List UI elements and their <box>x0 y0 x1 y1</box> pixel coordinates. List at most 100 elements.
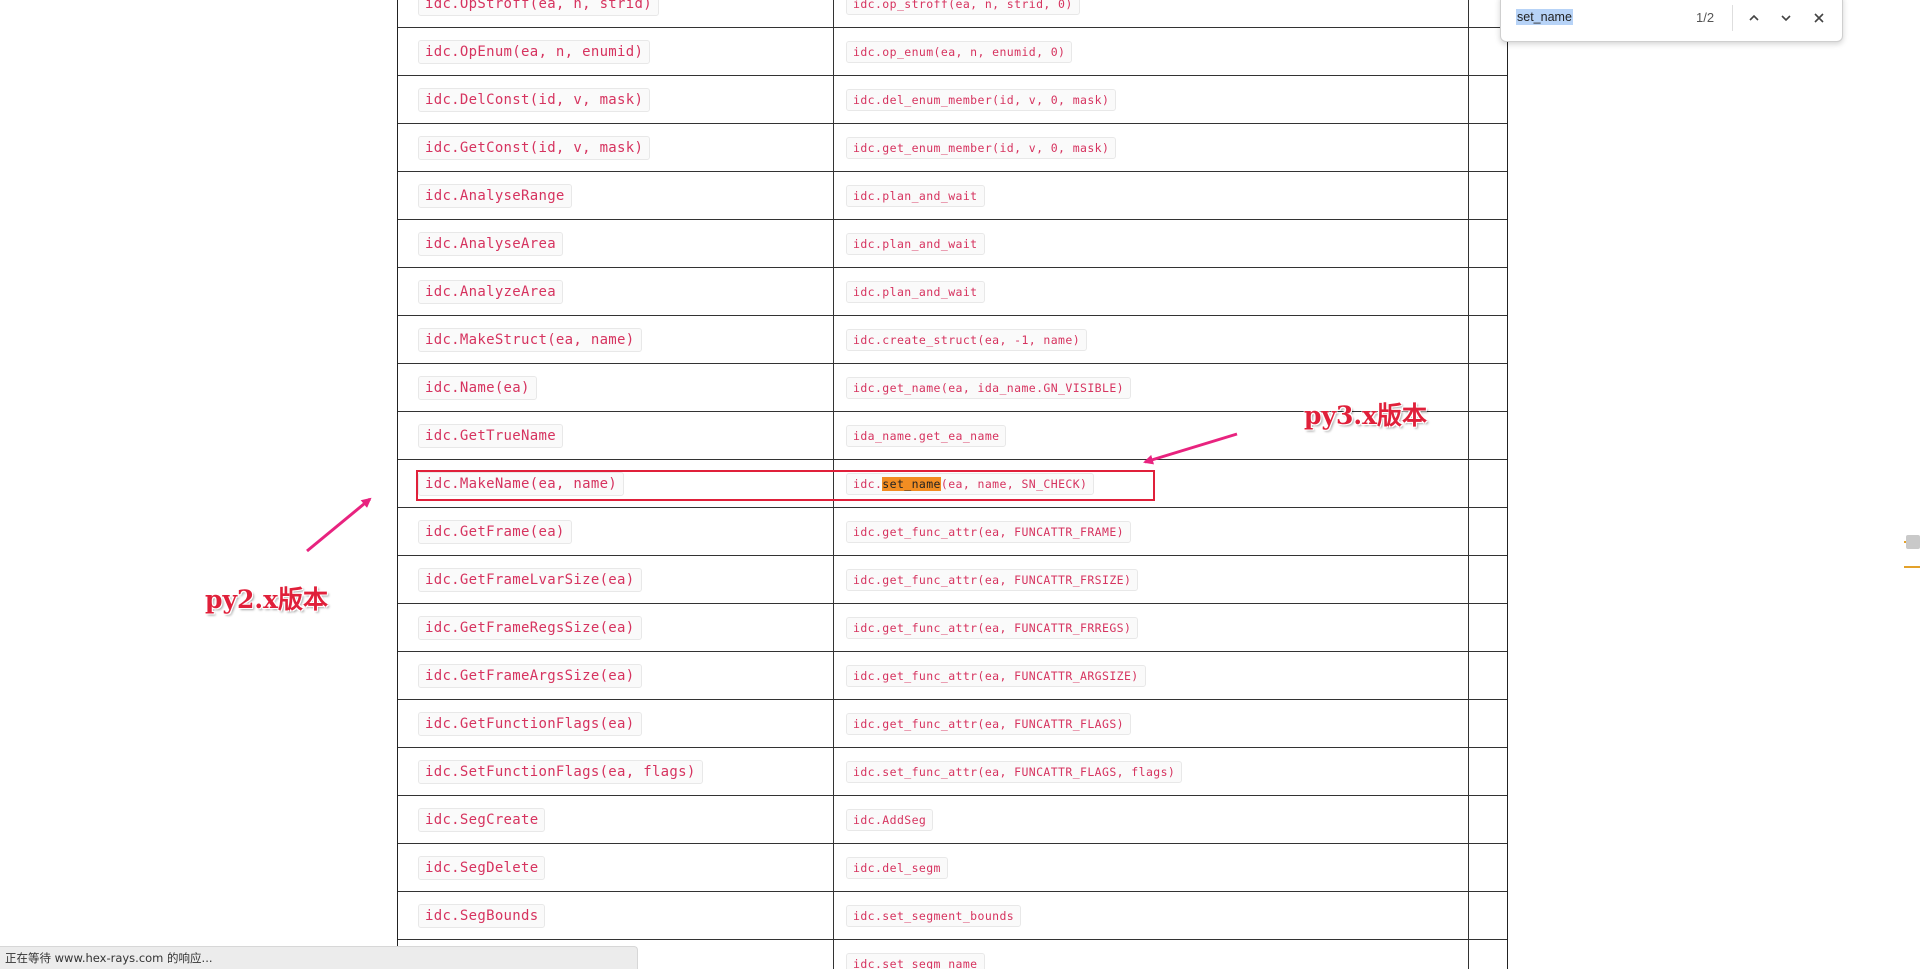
new-api-code: idc.del_enum_member(id, v, 0, mask) <box>846 88 1117 111</box>
table-row: idc.DelConst(id, v, mask) idc.del_enum_me… <box>398 76 1507 124</box>
new-api-code-text: idc.create_struct(ea, -1, name) <box>853 332 1081 347</box>
new-api-code: idc.get_func_attr(ea, FUNCATTR_FRREGS) <box>846 616 1139 639</box>
table-row: idc.AnalyseArea idc.plan_and_wait <box>398 220 1507 268</box>
new-api-code: idc.del_segm <box>846 856 948 879</box>
old-api-code: idc.SetFunctionFlags(ea, flags) <box>418 759 703 784</box>
new-api-code: idc.get_func_attr(ea, FUNCATTR_FRAME) <box>846 520 1131 543</box>
new-api-code-text: idc.get_func_attr(ea, FUNCATTR_FRSIZE) <box>853 572 1132 587</box>
old-api-cell: idc.GetFrameArgsSize(ea) <box>398 652 834 699</box>
old-api-cell: idc.GetConst(id, v, mask) <box>398 124 834 171</box>
table-row: idc.SegDelete idc.del_segm <box>398 844 1507 892</box>
table-row: idc.GetFrameRegsSize(ea) idc.get_func_att… <box>398 604 1507 652</box>
new-api-code: idc.plan_and_wait <box>846 184 985 207</box>
find-close-button[interactable] <box>1806 5 1832 31</box>
extra-cell <box>1469 796 1507 843</box>
find-input[interactable]: set_name <box>1516 9 1573 25</box>
extra-cell <box>1469 316 1507 363</box>
new-api-code: idc.op_enum(ea, n, enumid, 0) <box>846 40 1073 63</box>
new-api-code: idc.set_segment_bounds <box>846 904 1022 927</box>
old-api-cell: idc.SetFunctionFlags(ea, flags) <box>398 748 834 795</box>
find-in-page-bar: set_name 1/2 <box>1500 0 1843 42</box>
new-api-cell: idc.plan_and_wait <box>834 220 1469 267</box>
new-api-cell: idc.plan_and_wait <box>834 268 1469 315</box>
old-api-code: idc.GetFrameRegsSize(ea) <box>418 615 642 640</box>
new-api-code-text: idc.set_segm_name <box>853 956 978 969</box>
old-api-code: idc.SegBounds <box>418 903 546 928</box>
extra-cell <box>1469 652 1507 699</box>
table-row: idc.SetFunctionFlags(ea, flags) idc.set_f… <box>398 748 1507 796</box>
old-api-cell: idc.OpEnum(ea, n, enumid) <box>398 28 834 75</box>
new-api-cell: idc.get_func_attr(ea, FUNCATTR_ARGSIZE) <box>834 652 1469 699</box>
new-api-code-text: idc.AddSeg <box>853 812 927 827</box>
extra-cell <box>1469 76 1507 123</box>
new-api-cell: idc.set_segment_bounds <box>834 892 1469 939</box>
chevron-down-icon <box>1781 15 1791 22</box>
close-icon <box>1814 13 1824 23</box>
table-row: idc.AnalyzeArea idc.plan_and_wait <box>398 268 1507 316</box>
old-api-code: idc.AnalyzeArea <box>418 279 563 304</box>
extra-cell <box>1469 412 1507 459</box>
browser-page: idc.OpStroff(ea, n, strid) idc.op_stroff(… <box>0 0 1920 969</box>
new-api-code: idc.create_struct(ea, -1, name) <box>846 328 1088 351</box>
extra-cell <box>1469 844 1507 891</box>
new-api-cell: idc.get_func_attr(ea, FUNCATTR_FRSIZE) <box>834 556 1469 603</box>
new-api-cell: idc.AddSeg <box>834 796 1469 843</box>
new-api-cell: idc.get_func_attr(ea, FUNCATTR_FRREGS) <box>834 604 1469 651</box>
old-api-code: idc.AnalyseArea <box>418 231 563 256</box>
old-api-cell: idc.MakeStruct(ea, name) <box>398 316 834 363</box>
new-api-code-text: idc.plan_and_wait <box>853 284 978 299</box>
find-previous-button[interactable] <box>1741 5 1767 31</box>
old-api-code: idc.OpEnum(ea, n, enumid) <box>418 39 651 64</box>
new-api-code: idc.AddSeg <box>846 808 934 831</box>
extra-cell <box>1469 700 1507 747</box>
find-separator <box>1732 5 1733 31</box>
new-api-code: idc.get_name(ea, ida_name.GN_VISIBLE) <box>846 376 1131 399</box>
new-api-cell: idc.create_struct(ea, -1, name) <box>834 316 1469 363</box>
table-row: idc.GetFrameLvarSize(ea) idc.get_func_att… <box>398 556 1507 604</box>
extra-cell <box>1469 364 1507 411</box>
table-row: idc.GetConst(id, v, mask) idc.get_enum_me… <box>398 124 1507 172</box>
annotation-highlight-box <box>416 470 1155 501</box>
scrollbar-thumb[interactable] <box>1906 535 1920 549</box>
old-api-cell: idc.GetTrueName <box>398 412 834 459</box>
new-api-code: idc.get_func_attr(ea, FUNCATTR_FRSIZE) <box>846 568 1139 591</box>
old-api-code: idc.GetConst(id, v, mask) <box>418 135 651 160</box>
old-api-cell: idc.AnalyzeArea <box>398 268 834 315</box>
new-api-code-text: idc.del_enum_member(id, v, 0, mask) <box>853 92 1110 107</box>
old-api-code: idc.GetFrame(ea) <box>418 519 572 544</box>
new-api-code: idc.get_func_attr(ea, FUNCATTR_FLAGS) <box>846 712 1131 735</box>
find-next-button[interactable] <box>1773 5 1799 31</box>
new-api-code: idc.plan_and_wait <box>846 280 985 303</box>
table-row: idc.SegCreate idc.AddSeg <box>398 796 1507 844</box>
new-api-cell: idc.set_segm_name <box>834 940 1469 969</box>
new-api-code-text: idc.get_func_attr(ea, FUNCATTR_FRREGS) <box>853 620 1132 635</box>
old-api-cell: idc.SegCreate <box>398 796 834 843</box>
new-api-code: idc.get_enum_member(id, v, 0, mask) <box>846 136 1117 159</box>
new-api-cell: idc.get_func_attr(ea, FUNCATTR_FLAGS) <box>834 700 1469 747</box>
old-api-code: idc.Name(ea) <box>418 375 537 400</box>
extra-cell <box>1469 268 1507 315</box>
py3-annotation-label: py3.x版本 <box>1304 401 1428 430</box>
new-api-code-text: idc.op_enum(ea, n, enumid, 0) <box>853 44 1066 59</box>
old-api-code: idc.GetFunctionFlags(ea) <box>418 711 642 736</box>
old-api-code: idc.DelConst(id, v, mask) <box>418 87 651 112</box>
table-row: idc.GetFrameArgsSize(ea) idc.get_func_att… <box>398 652 1507 700</box>
extra-cell <box>1469 172 1507 219</box>
old-api-code: idc.SegDelete <box>418 855 546 880</box>
new-api-code: idc.set_segm_name <box>846 952 985 969</box>
extra-cell <box>1469 748 1507 795</box>
old-api-cell: idc.AnalyseArea <box>398 220 834 267</box>
old-api-cell: idc.DelConst(id, v, mask) <box>398 76 834 123</box>
extra-cell <box>1469 460 1507 507</box>
new-api-cell: idc.set_func_attr(ea, FUNCATTR_FLAGS, fl… <box>834 748 1469 795</box>
extra-cell <box>1469 124 1507 171</box>
extra-cell <box>1469 892 1507 939</box>
old-api-code: idc.MakeStruct(ea, name) <box>418 327 642 352</box>
new-api-code: idc.op_stroff(ea, n, strid, 0) <box>846 0 1080 15</box>
new-api-code-text: idc.get_name(ea, ida_name.GN_VISIBLE) <box>853 380 1124 395</box>
old-api-code: idc.AnalyseRange <box>418 183 572 208</box>
old-api-cell: idc.Name(ea) <box>398 364 834 411</box>
new-api-cell: idc.get_enum_member(id, v, 0, mask) <box>834 124 1469 171</box>
new-api-code-text: idc.get_func_attr(ea, FUNCATTR_ARGSIZE) <box>853 668 1139 683</box>
table-row: idc.AnalyseRange idc.plan_and_wait <box>398 172 1507 220</box>
